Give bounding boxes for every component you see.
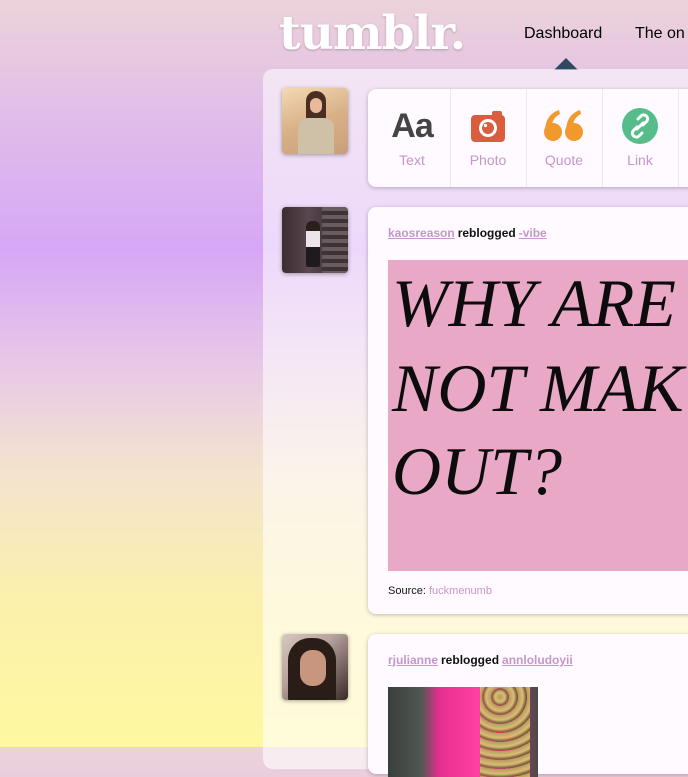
post-image[interactable]: WHY ARE NOT MAK OUT? [388, 260, 688, 571]
post-type-selector: Aa Text Photo Quote Link [368, 89, 688, 187]
post-text-label: Text [399, 152, 425, 168]
post-link-button[interactable]: Link [602, 89, 679, 187]
post-quote-label: Quote [544, 152, 584, 168]
image-text-line: WHY ARE [392, 265, 676, 341]
post-photo-button[interactable]: Photo [450, 89, 527, 187]
reblog-verb: reblogged [457, 226, 516, 240]
avatar[interactable] [282, 634, 348, 700]
original-poster-link[interactable]: annloludoyii [502, 653, 573, 667]
reblogger-link[interactable]: rjulianne [388, 653, 438, 667]
nav-dashboard[interactable]: Dashboard [524, 25, 602, 43]
reblog-attribution: kaosreason reblogged -vibe [388, 226, 547, 240]
reblog-verb: reblogged [441, 653, 500, 667]
avatar-figure [306, 221, 320, 267]
necklace-detail [480, 687, 530, 777]
avatar-face [310, 98, 322, 113]
post-photo-label: Photo [469, 152, 507, 168]
reblog-attribution: rjulianne reblogged annloludoyii [388, 653, 573, 667]
quote-icon [544, 110, 583, 141]
link-icon [622, 108, 658, 144]
avatar[interactable] [282, 88, 348, 154]
avatar[interactable] [282, 207, 348, 273]
avatar-background [322, 207, 348, 273]
camera-icon [471, 111, 505, 142]
tumblr-logo[interactable]: tumblr. [279, 8, 466, 60]
post-link-label: Link [627, 152, 653, 168]
image-text-line: NOT MAK [392, 350, 684, 426]
post-quote-button[interactable]: Quote [526, 89, 603, 187]
text-icon: Aa [391, 108, 433, 144]
post-photo[interactable] [388, 687, 538, 777]
post-text-button[interactable]: Aa Text [374, 89, 451, 187]
reblogger-link[interactable]: kaosreason [388, 226, 455, 240]
source-link[interactable]: fuckmenumb [429, 585, 492, 597]
avatar-body [298, 118, 334, 154]
image-text-line: OUT? [392, 433, 563, 509]
text-icon-glyph: Aa [391, 107, 433, 145]
avatar-face [300, 650, 326, 686]
post-card: rjulianne reblogged annloludoyii [368, 634, 688, 777]
nav-item-partial[interactable]: The on [635, 25, 685, 43]
original-poster-link[interactable]: -vibe [519, 226, 547, 240]
source-label: Source: [388, 585, 426, 597]
post-card: kaosreason reblogged -vibe WHY ARE NOT MAK… [368, 207, 688, 614]
post-source: Source: fuckmenumb [388, 585, 492, 597]
